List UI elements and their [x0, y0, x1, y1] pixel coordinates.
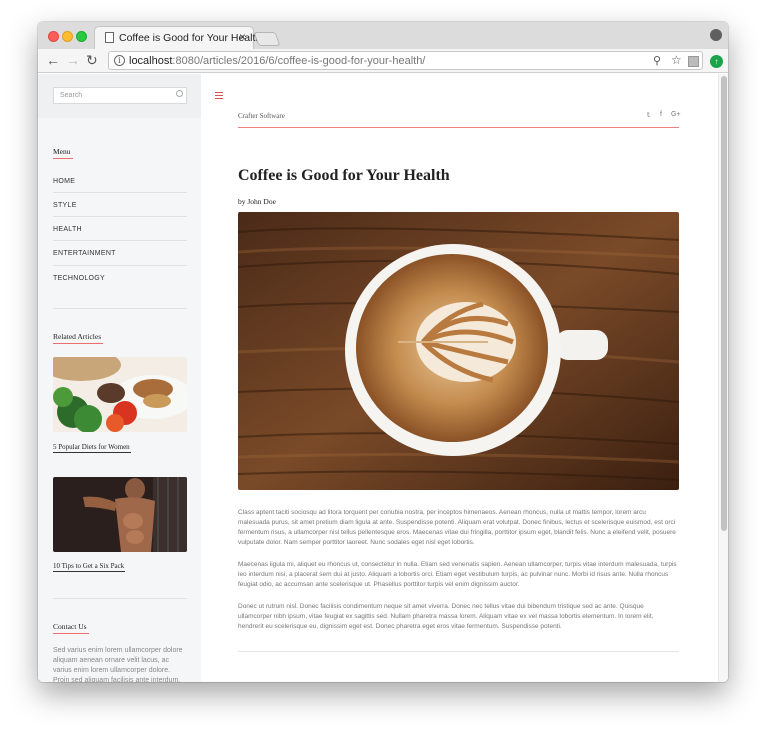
- search-placeholder: Search: [60, 92, 83, 99]
- related-article-image-diets[interactable]: [53, 357, 187, 432]
- article-hero-image: [238, 212, 679, 490]
- address-bar[interactable]: i localhost:8080/articles/2016/6/coffee-…: [108, 51, 703, 70]
- search-input[interactable]: Search: [53, 87, 187, 104]
- article-paragraph: Donec ut rutrum nisl. Donec facilisis co…: [238, 603, 654, 630]
- browser-window: Coffee is Good for Your Health × ← → ↻ i…: [38, 22, 728, 682]
- related-article-image-sixpack[interactable]: [53, 477, 187, 552]
- maximize-window-button[interactable]: [76, 31, 87, 42]
- contact-title-underline: [53, 633, 89, 634]
- reload-icon[interactable]: ↻: [86, 52, 98, 68]
- url-path: :8080/articles/2016/6/coffee-is-good-for…: [172, 55, 426, 67]
- site-brand[interactable]: Crafter Software: [238, 112, 285, 120]
- article-title: Coffee is Good for Your Health: [238, 167, 450, 184]
- profile-icon[interactable]: [710, 29, 722, 41]
- article-footer-divider: [238, 651, 679, 652]
- main-content: Crafter Software 𝕥 f G+ Coffee is Good f…: [201, 74, 718, 682]
- article-byline: by John Doe: [238, 197, 276, 206]
- extension-icon[interactable]: [688, 56, 699, 67]
- related-article-underline: [53, 452, 131, 453]
- url-text: localhost:8080/articles/2016/6/coffee-is…: [129, 55, 425, 67]
- scrollbar-thumb[interactable]: [721, 76, 727, 531]
- related-articles-title: Related Articles: [53, 332, 102, 341]
- related-article-underline: [53, 571, 125, 572]
- search-icon[interactable]: [176, 90, 183, 97]
- zoom-icon[interactable]: ⚲: [653, 54, 661, 67]
- page-viewport: Search Menu HOME STYLE HEALTH ENTERTAINM…: [38, 74, 728, 682]
- google-plus-icon[interactable]: G+: [671, 111, 681, 118]
- hamburger-menu-icon[interactable]: [215, 92, 223, 101]
- menu-divider: [53, 216, 187, 217]
- related-title-underline: [53, 343, 103, 344]
- browser-tab[interactable]: Coffee is Good for Your Health ×: [94, 26, 261, 49]
- facebook-icon[interactable]: f: [660, 111, 662, 118]
- related-article-title[interactable]: 5 Popular Diets for Women: [53, 443, 130, 451]
- close-window-button[interactable]: [48, 31, 59, 42]
- back-arrow-icon[interactable]: ←: [46, 52, 60, 68]
- menu-item-health[interactable]: HEALTH: [53, 226, 187, 233]
- article-paragraph: Maecenas ligula mi, aliquet eu rhoncus u…: [238, 561, 677, 588]
- menu-item-technology[interactable]: TECHNOLOGY: [53, 275, 187, 282]
- menu-title: Menu: [53, 147, 71, 156]
- sidebar: Search Menu HOME STYLE HEALTH ENTERTAINM…: [38, 74, 201, 682]
- twitter-icon[interactable]: 𝕥: [647, 111, 650, 119]
- contact-text: Sed varius enim lorem ullamcorper dolore…: [53, 647, 183, 682]
- info-icon[interactable]: i: [114, 55, 125, 66]
- article-paragraph: Class aptent taciti sociosqu ad litora t…: [238, 509, 676, 546]
- browser-toolbar: ← → ↻ i localhost:8080/articles/2016/6/c…: [38, 49, 728, 73]
- menu-divider: [53, 192, 187, 193]
- menu-title-underline: [53, 158, 73, 159]
- title-bar: Coffee is Good for Your Health ×: [38, 22, 728, 49]
- section-divider: [53, 598, 187, 599]
- menu-item-home[interactable]: HOME: [53, 178, 187, 185]
- page-icon: [105, 32, 114, 43]
- menu-divider: [53, 265, 187, 266]
- minimize-window-button[interactable]: [62, 31, 73, 42]
- forward-arrow-icon[interactable]: →: [66, 52, 80, 68]
- section-divider: [53, 308, 187, 309]
- menu-item-style[interactable]: STYLE: [53, 202, 187, 209]
- tab-close-icon[interactable]: ×: [239, 30, 246, 44]
- related-article-title[interactable]: 10 Tips to Get a Six Pack: [53, 562, 124, 570]
- vertical-scrollbar[interactable]: [718, 74, 728, 682]
- menu-item-entertainment[interactable]: ENTERTAINMENT: [53, 250, 187, 257]
- url-host: localhost: [129, 55, 173, 67]
- bookmark-star-icon[interactable]: ☆: [671, 53, 682, 67]
- menu-divider: [53, 240, 187, 241]
- contact-us-title: Contact Us: [53, 622, 87, 631]
- extension-green-icon[interactable]: ↑: [710, 55, 723, 68]
- new-tab-button[interactable]: [253, 32, 281, 46]
- header-divider: [238, 127, 679, 128]
